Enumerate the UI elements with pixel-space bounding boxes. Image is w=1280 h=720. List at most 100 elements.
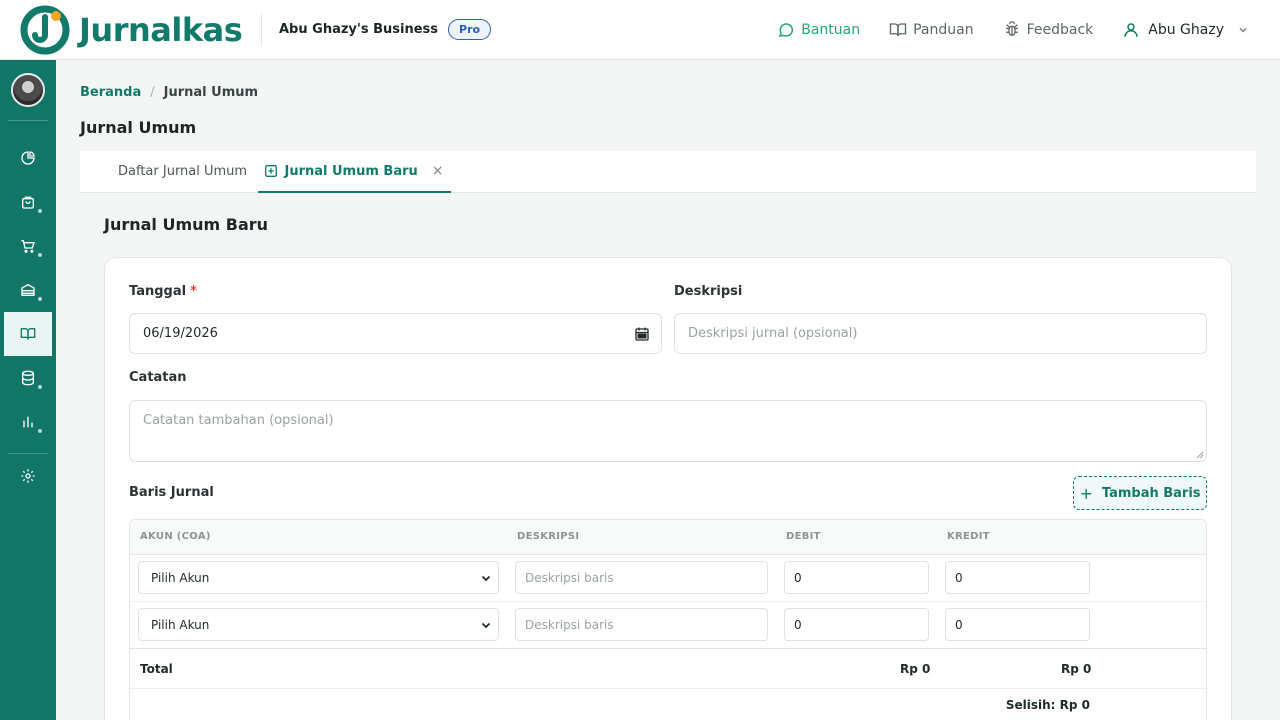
- submenu-indicator: [38, 209, 42, 213]
- brand-name: Jurnalkas: [79, 10, 243, 49]
- credit-value: 0: [955, 570, 963, 585]
- notes-textarea[interactable]: Catatan tambahan (opsional): [129, 400, 1207, 462]
- bar-chart-icon: [23, 416, 33, 428]
- book-open-icon: [889, 23, 907, 37]
- sidebar-item-sales[interactable]: [0, 180, 56, 224]
- chat-bubble-icon: [779, 23, 794, 37]
- total-label: Total: [140, 662, 173, 676]
- header-divider: [261, 13, 262, 46]
- user-icon: [1124, 23, 1139, 37]
- top-header: Jurnalkas Abu Ghazy's Business Pro Bantu…: [0, 0, 1280, 60]
- add-line-button[interactable]: + Tambah Baris: [1073, 476, 1207, 510]
- table-row: Pilih Akun Deskripsi baris 0 0: [130, 555, 1206, 602]
- total-row: Total Rp 0 Rp 0: [130, 648, 1206, 689]
- guide-link[interactable]: Panduan: [889, 21, 974, 39]
- journal-lines-label: Baris Jurnal: [129, 485, 214, 500]
- plan-badge: Pro: [448, 19, 492, 40]
- sidebar-item-purchases[interactable]: [0, 224, 56, 268]
- feedback-link[interactable]: Feedback: [1003, 21, 1094, 39]
- debit-value: 0: [794, 617, 802, 632]
- required-mark: *: [190, 284, 197, 299]
- database-icon: [22, 370, 34, 386]
- column-header-description: DESKRIPSI: [517, 531, 580, 542]
- sidebar-item-master-data[interactable]: [0, 356, 56, 400]
- tab-bar: Daftar Jurnal Umum Jurnal Umum Baru ×: [80, 151, 1256, 193]
- submenu-indicator: [38, 297, 42, 301]
- line-description-input[interactable]: Deskripsi baris: [515, 561, 768, 594]
- submenu-indicator: [38, 253, 42, 257]
- sidebar-item-reports[interactable]: [0, 400, 56, 444]
- breadcrumb-current: Jurnal Umum: [163, 85, 259, 100]
- sidebar-item-journal[interactable]: [4, 312, 52, 356]
- resize-handle-icon[interactable]: [1196, 451, 1204, 459]
- page-title: Jurnal Umum: [80, 118, 197, 137]
- notes-label: Catatan: [129, 370, 187, 385]
- guide-label: Panduan: [913, 22, 974, 38]
- sidebar-item-settings[interactable]: [0, 454, 56, 498]
- account-select-value: Pilih Akun: [151, 570, 210, 585]
- line-description-placeholder: Deskripsi baris: [525, 570, 614, 585]
- chevron-down-icon: [481, 575, 491, 582]
- column-header-credit: KREDIT: [947, 531, 990, 542]
- tab-label: Daftar Jurnal Umum: [118, 164, 248, 179]
- date-label-text: Tanggal: [129, 284, 187, 299]
- account-select[interactable]: Pilih Akun: [138, 608, 499, 641]
- line-description-input[interactable]: Deskripsi baris: [515, 608, 768, 641]
- dashboard-pie-icon: [21, 151, 35, 165]
- description-input[interactable]: Deskripsi jurnal (opsional): [674, 313, 1207, 354]
- close-tab-icon[interactable]: ×: [432, 163, 444, 179]
- breadcrumb-separator: /: [150, 85, 155, 100]
- sidebar-item-cash-bank[interactable]: [0, 268, 56, 312]
- chevron-down-icon: [481, 622, 491, 629]
- sidebar-divider: [8, 120, 48, 121]
- logo-icon: [20, 5, 70, 55]
- credit-input[interactable]: 0: [945, 608, 1090, 641]
- chevron-down-icon: [1239, 27, 1247, 33]
- bug-icon: [1005, 21, 1018, 36]
- total-credit: Rp 0: [1061, 662, 1092, 676]
- submenu-indicator: [38, 385, 42, 389]
- book-icon: [20, 328, 36, 340]
- user-menu[interactable]: Abu Ghazy: [1122, 21, 1248, 39]
- tab-label: Jurnal Umum Baru: [284, 163, 418, 179]
- tab-new-journal[interactable]: Jurnal Umum Baru ×: [258, 151, 451, 193]
- account-select[interactable]: Pilih Akun: [138, 561, 499, 594]
- column-header-debit: DEBIT: [786, 531, 821, 542]
- shopping-bag-icon: [22, 196, 34, 209]
- table-row: Pilih Akun Deskripsi baris 0 0: [130, 602, 1206, 649]
- credit-value: 0: [955, 617, 963, 632]
- description-label: Deskripsi: [674, 284, 743, 299]
- breadcrumb: Beranda / Jurnal Umum: [80, 85, 258, 100]
- tab-journal-list[interactable]: Daftar Jurnal Umum: [118, 151, 247, 192]
- calendar-icon[interactable]: [635, 327, 649, 341]
- bank-icon: [21, 283, 35, 296]
- help-label: Bantuan: [801, 22, 861, 38]
- debit-input[interactable]: 0: [784, 608, 929, 641]
- form-title: Jurnal Umum Baru: [104, 215, 269, 234]
- help-link[interactable]: Bantuan: [777, 21, 860, 39]
- sidebar: [0, 60, 56, 720]
- column-header-account: AKUN (COA): [140, 531, 211, 542]
- line-description-placeholder: Deskripsi baris: [525, 617, 614, 632]
- avatar[interactable]: [11, 73, 45, 107]
- journal-lines-table: AKUN (COA) DESKRIPSI DEBIT KREDIT Pilih …: [129, 519, 1207, 720]
- date-value: 06/19/2026: [143, 326, 218, 341]
- total-debit: Rp 0: [900, 662, 931, 676]
- cart-icon: [21, 240, 35, 253]
- journal-form-card: Tanggal * 06/19/2026 Deskripsi Deskripsi …: [104, 257, 1232, 720]
- description-placeholder: Deskripsi jurnal (opsional): [688, 326, 858, 341]
- plus-icon: +: [1079, 483, 1093, 503]
- submenu-indicator: [38, 429, 42, 433]
- date-input[interactable]: 06/19/2026: [129, 313, 662, 354]
- date-label: Tanggal *: [129, 284, 197, 299]
- debit-input[interactable]: 0: [784, 561, 929, 594]
- sidebar-item-dashboard[interactable]: [0, 136, 56, 180]
- breadcrumb-home-link[interactable]: Beranda: [80, 85, 141, 100]
- add-line-label: Tambah Baris: [1101, 485, 1201, 501]
- feedback-label: Feedback: [1026, 22, 1094, 38]
- business-name[interactable]: Abu Ghazy's Business: [279, 22, 438, 37]
- brand-logo[interactable]: Jurnalkas: [20, 5, 245, 55]
- account-select-value: Pilih Akun: [151, 617, 210, 632]
- table-header: AKUN (COA) DESKRIPSI DEBIT KREDIT: [130, 520, 1206, 555]
- credit-input[interactable]: 0: [945, 561, 1090, 594]
